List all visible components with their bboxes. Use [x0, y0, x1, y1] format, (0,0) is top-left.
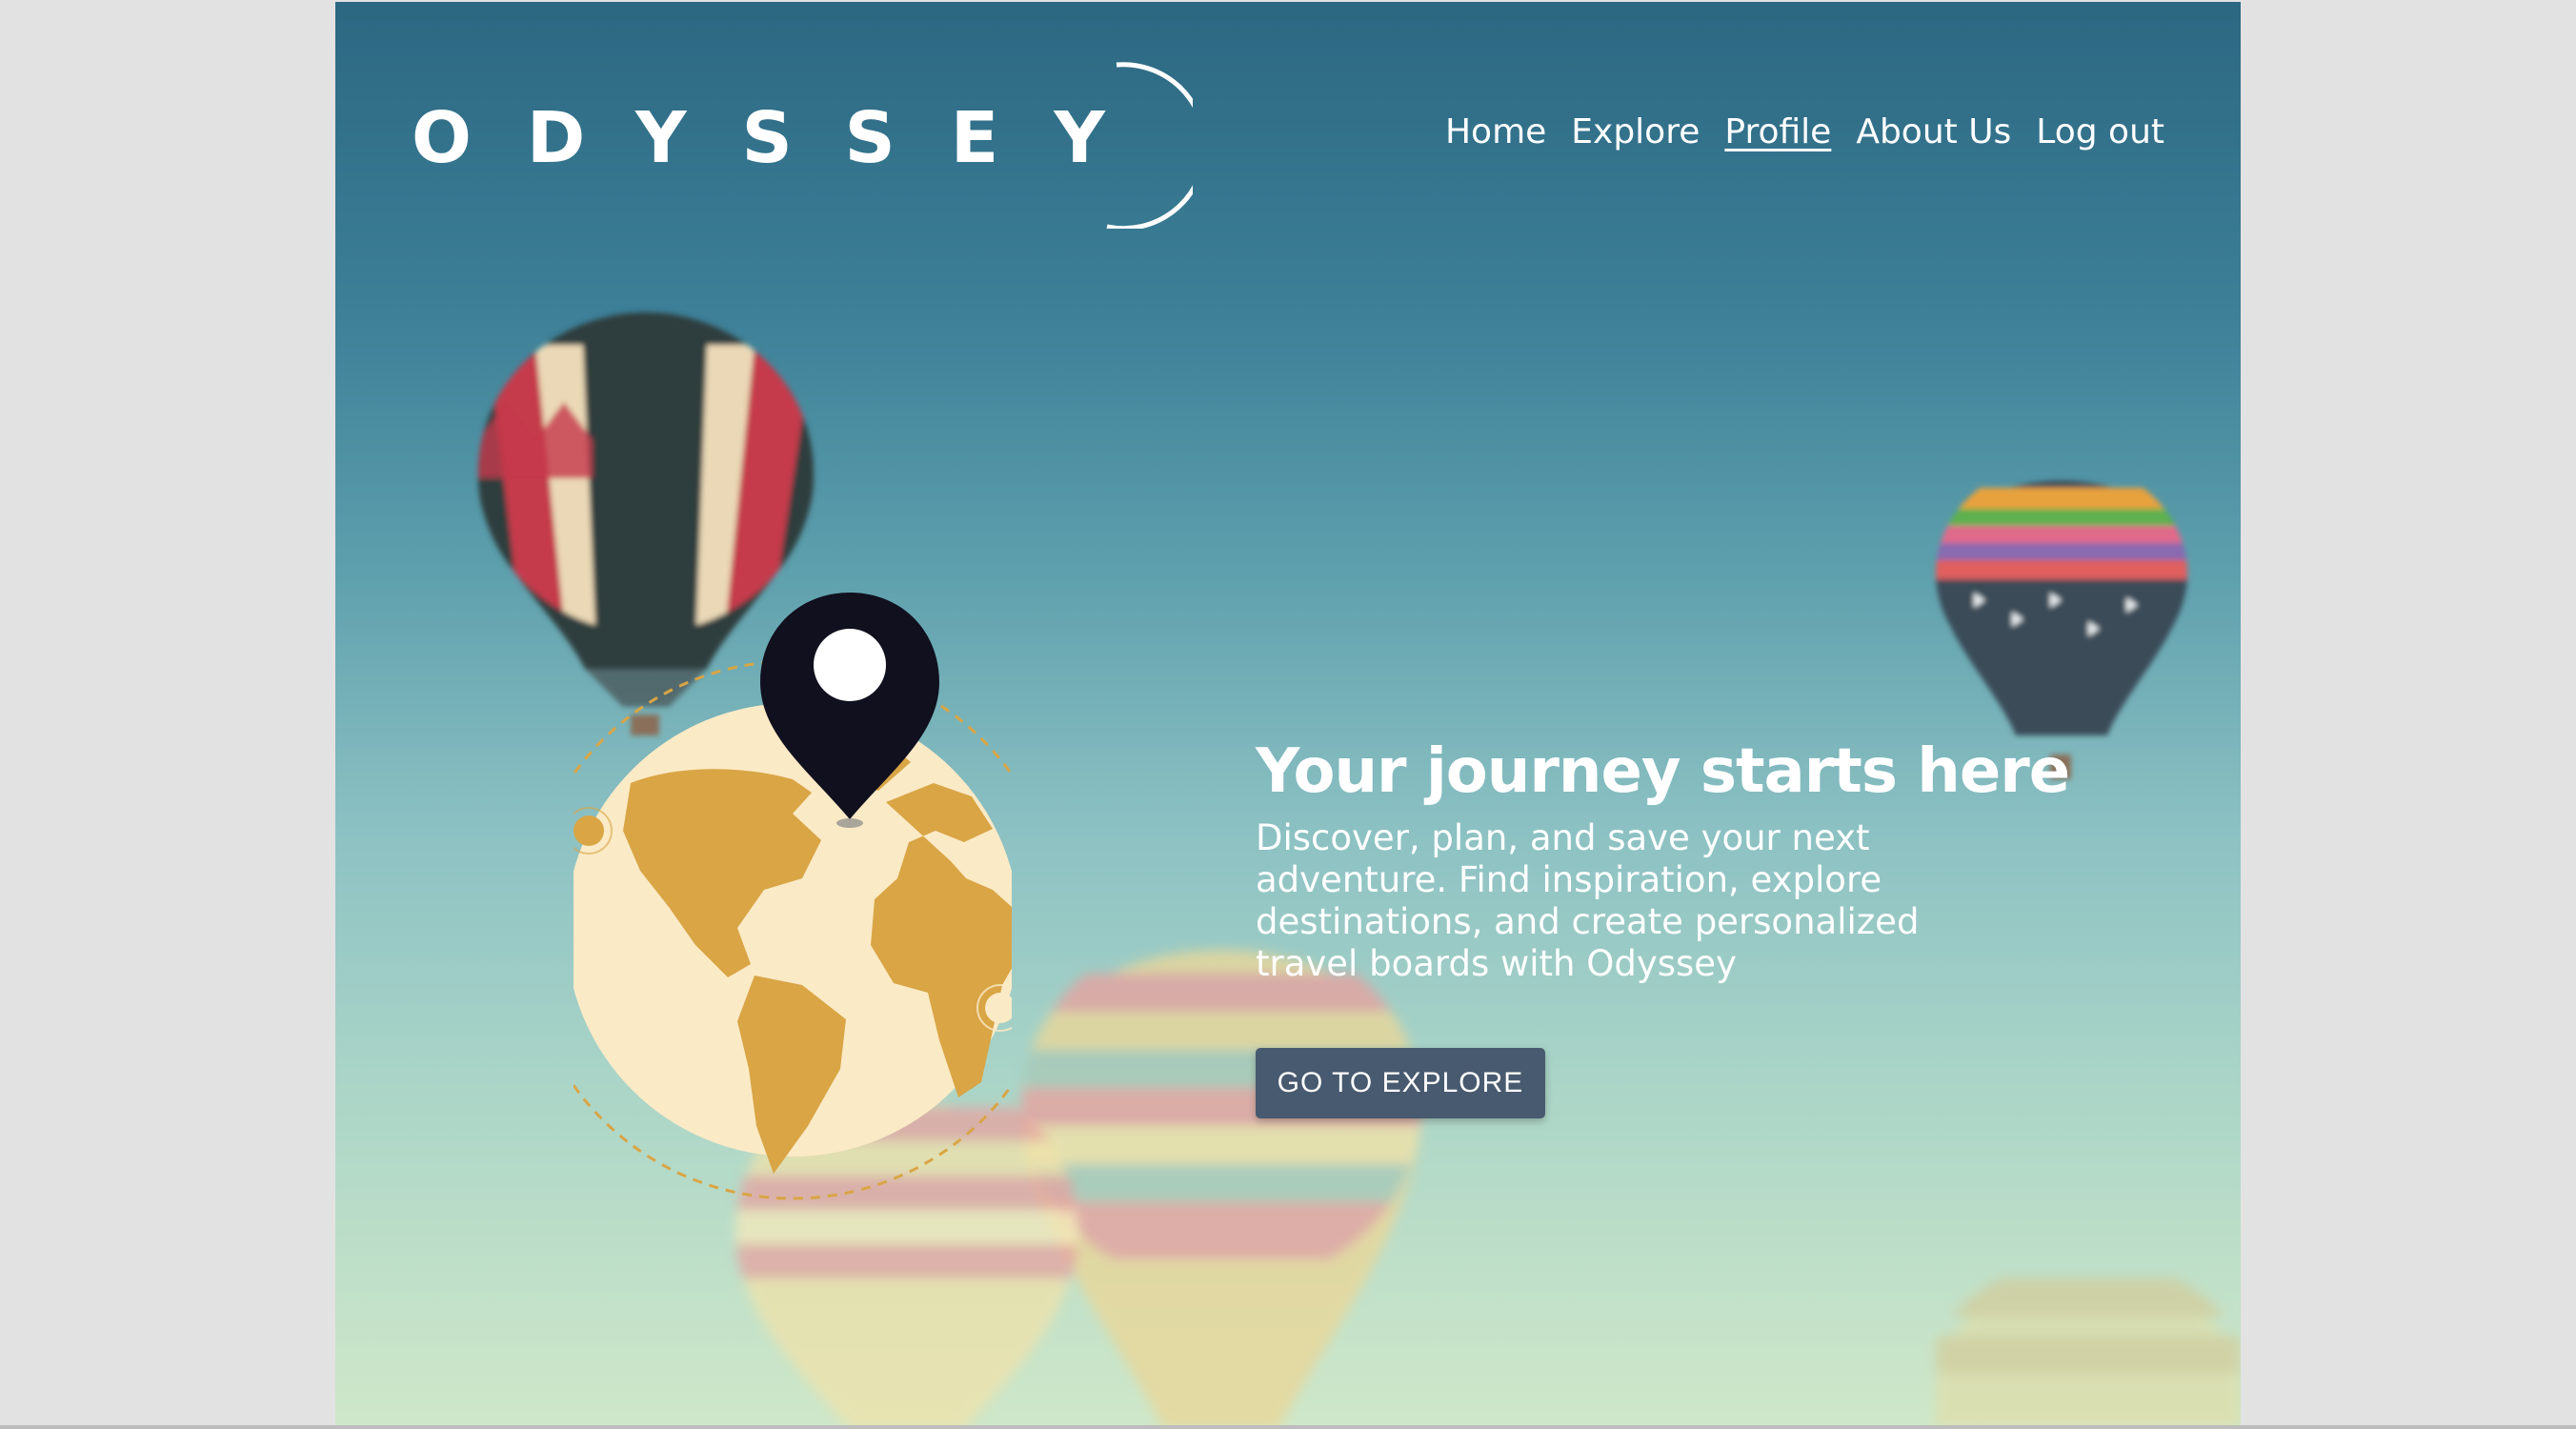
globe-illustration: [574, 593, 1012, 1200]
hero-content: Your journey starts here Discover, plan,…: [1256, 734, 2075, 985]
nav-profile-link[interactable]: Profile: [1724, 112, 1831, 151]
window-bottom-edge: [0, 1425, 2576, 1429]
hot-air-balloon-icon: [1936, 1278, 2241, 1429]
nav-log-out-link[interactable]: Log out: [2036, 112, 2164, 151]
odyssey-logo[interactable]: ODYSSEY: [412, 48, 1193, 229]
nav-about-us-link[interactable]: About Us: [1856, 112, 2011, 151]
hot-air-balloon-icon: [1021, 950, 1421, 1429]
nav-explore-link[interactable]: Explore: [1571, 112, 1700, 151]
main-nav: Home Explore Profile About Us Log out: [1445, 112, 2164, 151]
hero-description: Discover, plan, and save your next adven…: [1256, 817, 1920, 984]
globe-icon: [574, 703, 1012, 1174]
hero-title: Your journey starts here: [1256, 736, 2070, 807]
logo-text: ODYSSEY: [412, 97, 1160, 179]
nav-home-link[interactable]: Home: [1445, 112, 1546, 151]
go-to-explore-button[interactable]: GO TO EXPLORE: [1256, 1048, 1545, 1118]
hero-page: ODYSSEY Home Explore Profile About Us Lo…: [335, 2, 2241, 1429]
